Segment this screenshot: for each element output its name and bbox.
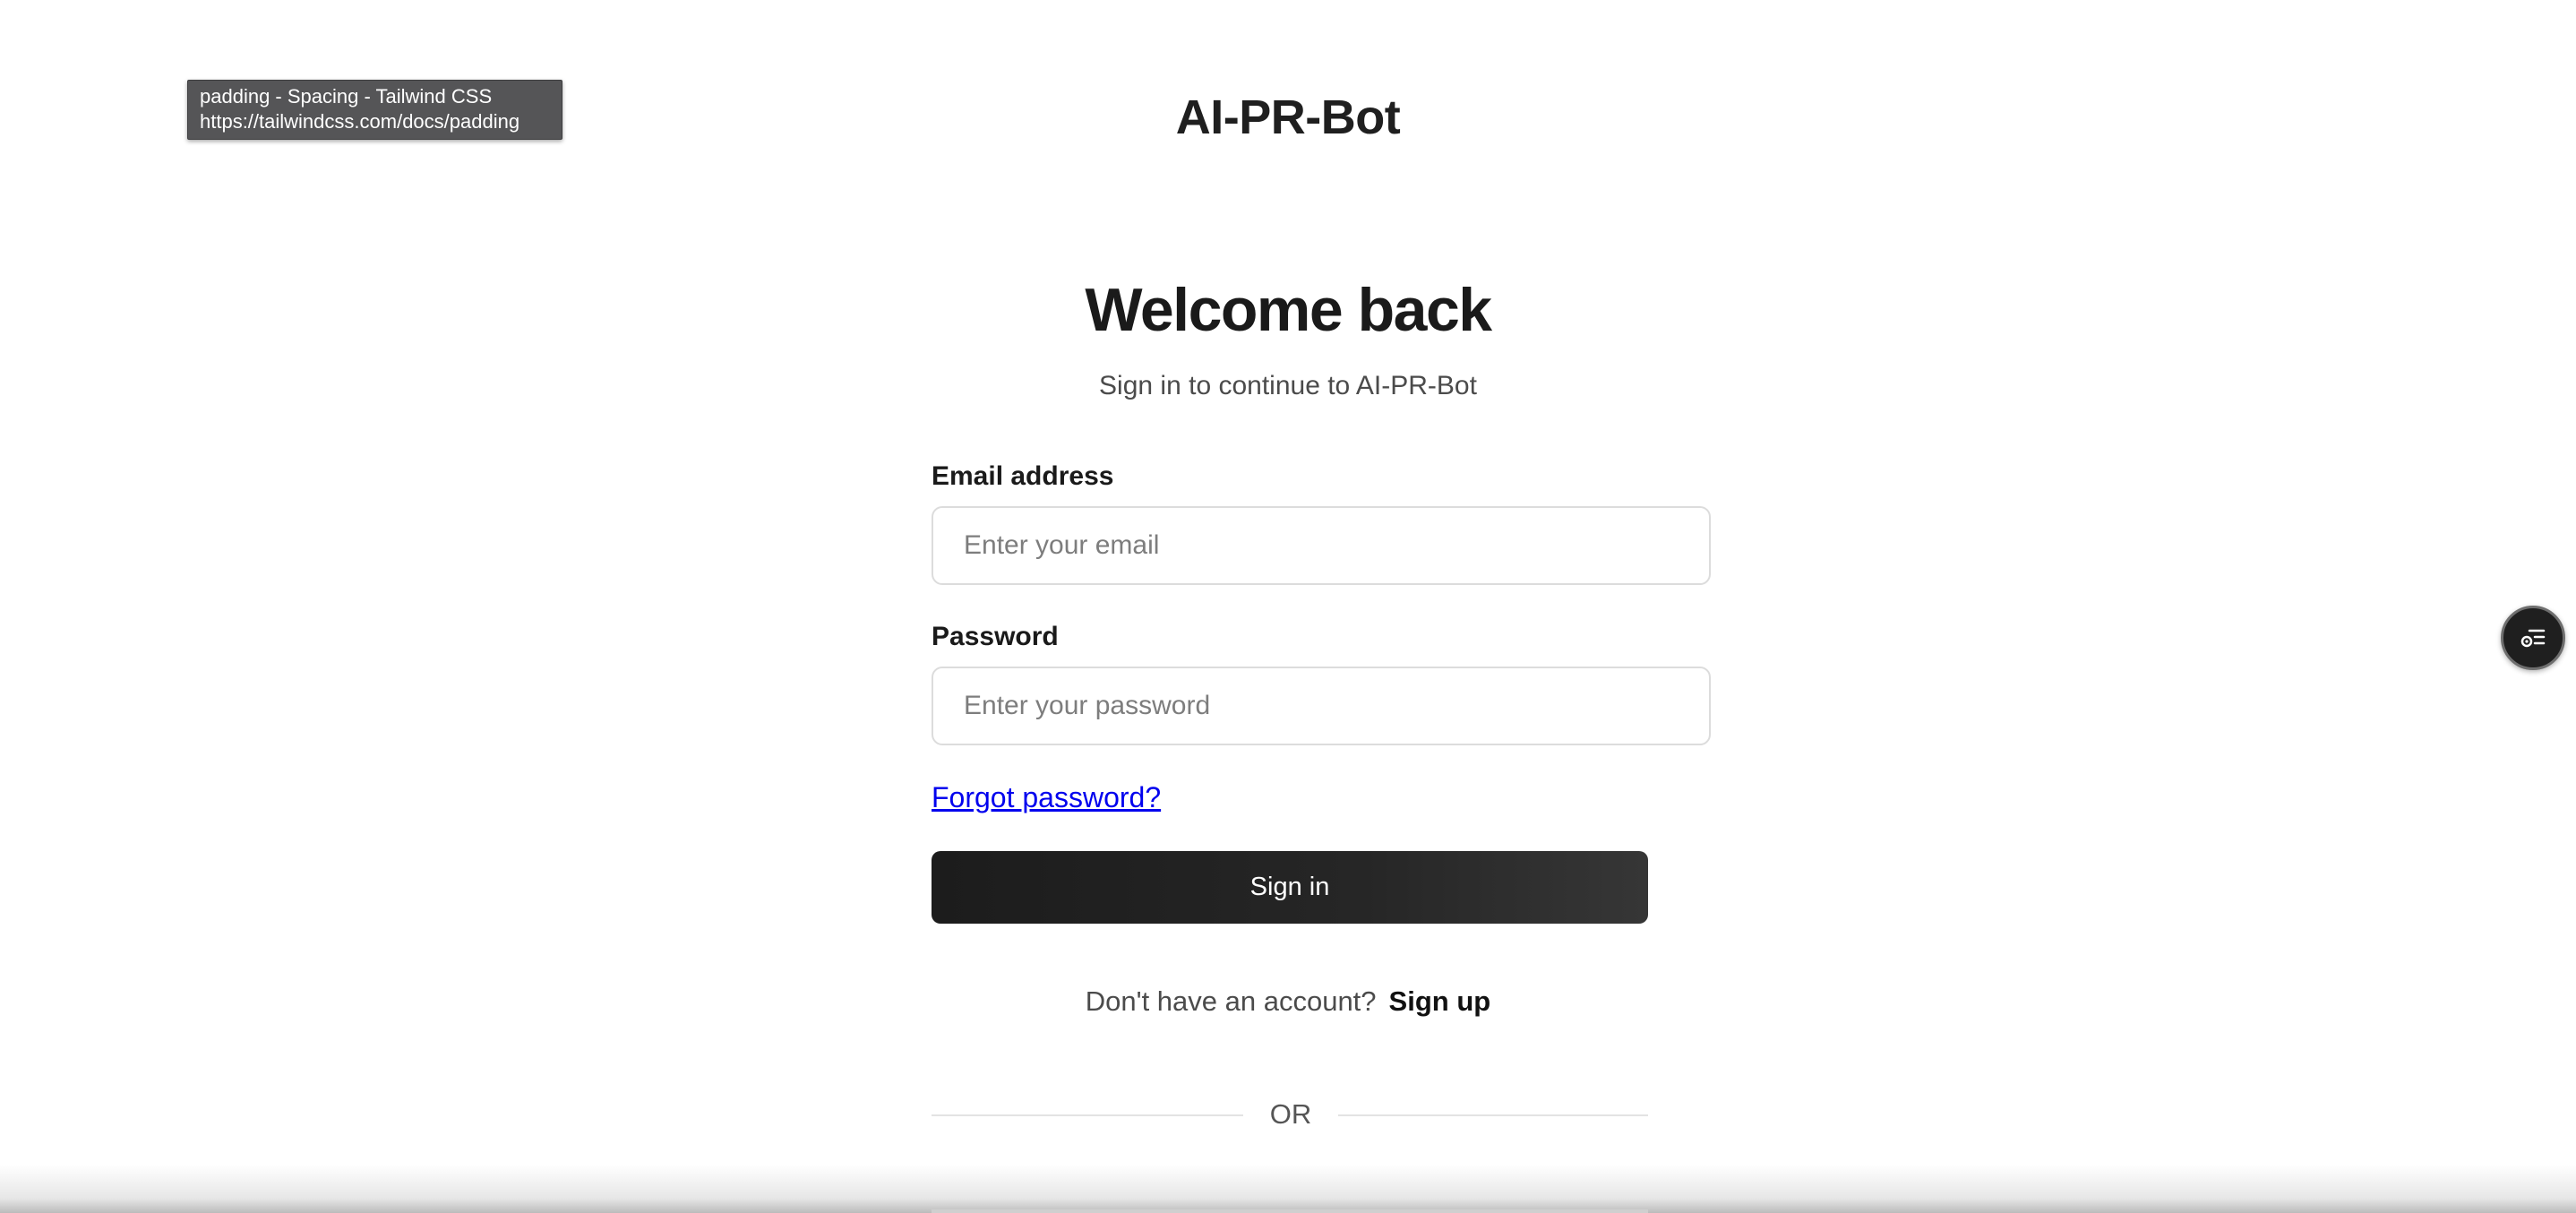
email-label: Email address xyxy=(932,461,1114,491)
divider-line-right xyxy=(1338,1114,1648,1116)
offscreen-button-edge xyxy=(932,1209,1648,1213)
login-page: padding - Spacing - Tailwind CSS https:/… xyxy=(0,0,2576,1213)
divider-line-left xyxy=(932,1114,1243,1116)
floating-widget-button[interactable] xyxy=(2501,606,2565,670)
divider-or: OR xyxy=(1269,1098,1312,1130)
page-title: Welcome back xyxy=(1085,276,1492,344)
bottom-fade xyxy=(0,1165,2576,1213)
brand-title: AI-PR-Bot xyxy=(1175,90,1401,144)
forgot-password-link[interactable]: Forgot password? xyxy=(932,781,1161,814)
sign-up-link[interactable]: Sign up xyxy=(1389,985,1491,1017)
list-settings-icon xyxy=(2520,629,2546,648)
password-label: Password xyxy=(932,622,1059,651)
email-field[interactable] xyxy=(932,506,1711,585)
password-field[interactable] xyxy=(932,667,1711,745)
page-subtitle: Sign in to continue to AI-PR-Bot xyxy=(1099,371,1477,400)
sign-in-button[interactable]: Sign in xyxy=(932,851,1648,924)
signup-prompt: Don't have an account? xyxy=(1085,985,1377,1017)
signup-row: Don't have an account? Sign up xyxy=(0,985,2576,1018)
